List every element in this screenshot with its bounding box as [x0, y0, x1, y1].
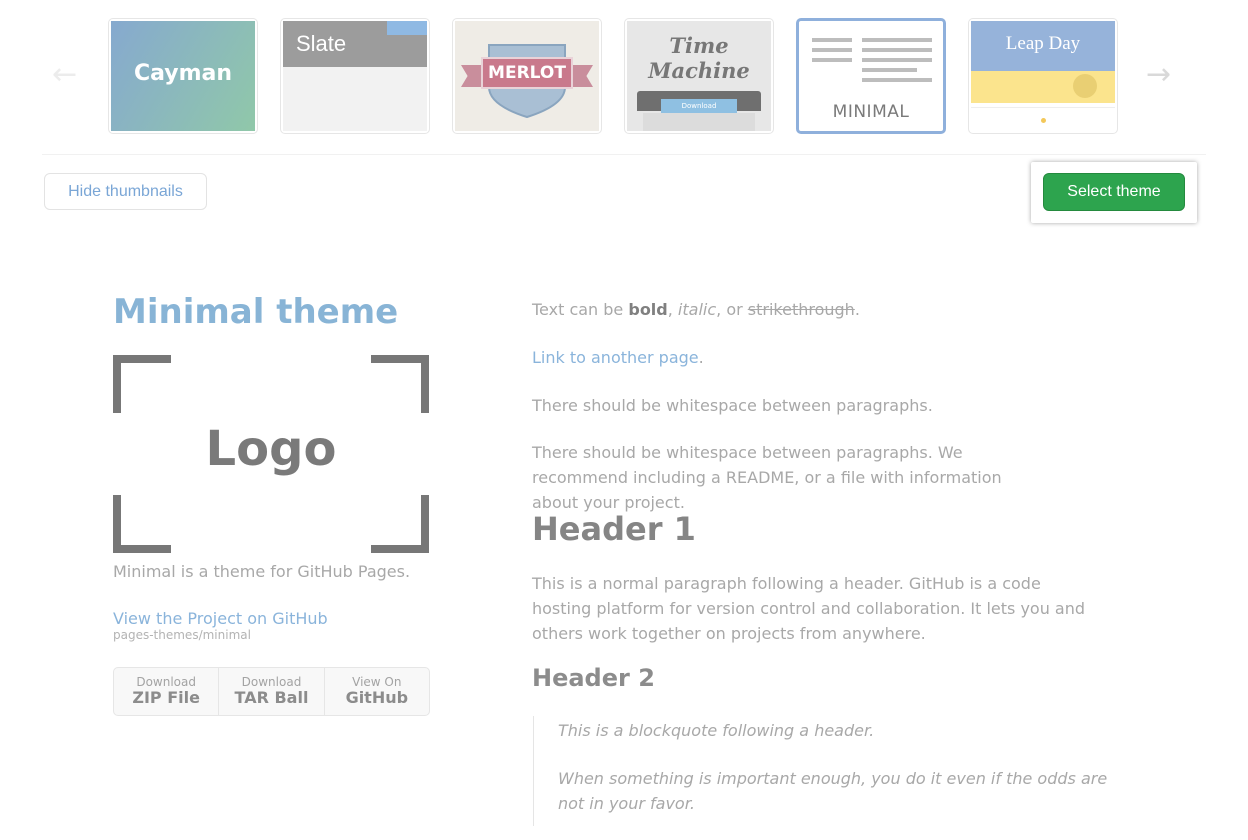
- carousel-prev-arrow-icon[interactable]: ←: [52, 60, 77, 90]
- text-segment: Text can be: [532, 300, 629, 319]
- theme-thumbnail-slate[interactable]: Slate: [280, 18, 430, 134]
- blockquote-line: When something is important enough, you …: [558, 769, 1108, 813]
- thumbnail-tab: [387, 21, 427, 35]
- download-tar-big-label: TAR Ball: [234, 688, 309, 707]
- repo-name: pages-themes/minimal: [113, 628, 251, 642]
- thumbnail-line: [812, 48, 852, 52]
- label-line-1: Time: [669, 33, 729, 58]
- hide-thumbnails-button[interactable]: Hide thumbnails: [44, 173, 207, 210]
- italic-text: italic: [677, 300, 717, 319]
- link-paragraph: Link to another page.: [532, 345, 1112, 370]
- thumbnail-line: [862, 68, 917, 72]
- theme-thumbnail-time-machine[interactable]: Time Machine Download: [624, 18, 774, 134]
- paragraph: There should be whitespace between parag…: [532, 443, 1002, 512]
- carousel-next-arrow-icon[interactable]: →: [1146, 60, 1171, 90]
- github-octocat-icon: [1073, 74, 1097, 98]
- thumbnail-line: [862, 38, 932, 42]
- divider: [42, 154, 1206, 155]
- theme-thumbnail-leap-day[interactable]: Leap Day: [968, 18, 1118, 134]
- preview-description: Minimal is a theme for GitHub Pages.: [113, 562, 411, 581]
- paragraph: This is a normal paragraph following a h…: [532, 574, 1086, 643]
- machine-base: [643, 113, 755, 131]
- logo-placeholder: Logo: [113, 355, 429, 553]
- blockquote: This is a blockquote following a header.…: [533, 716, 1107, 826]
- text-segment: .: [854, 300, 860, 319]
- thumbnail-rule: [971, 107, 1115, 108]
- preview-title: Minimal theme: [113, 292, 399, 332]
- text-segment: ,: [667, 300, 678, 319]
- theme-thumbnail-label: Slate: [296, 31, 347, 56]
- select-theme-button[interactable]: Select theme: [1043, 173, 1185, 211]
- text-segment: .: [698, 348, 704, 367]
- theme-thumbnail-label: Leap Day: [1005, 33, 1081, 54]
- another-page-link[interactable]: Link to another page: [532, 348, 699, 367]
- theme-thumbnail-label: Time Machine: [627, 33, 771, 83]
- view-project-link[interactable]: View the Project on GitHub: [113, 609, 328, 628]
- logo-text: Logo: [205, 421, 337, 477]
- label-line-2: Machine: [648, 58, 750, 83]
- logo-corner: [371, 355, 429, 413]
- bold-text: bold: [628, 300, 668, 319]
- formatting-paragraph: Text can be bold, italic, or strikethrou…: [532, 297, 1112, 322]
- header-2: Header 2: [532, 664, 655, 692]
- theme-thumbnail-label: MINIMAL: [832, 102, 910, 122]
- header-1: Header 1: [532, 510, 696, 548]
- view-on-big-label: GitHub: [345, 688, 409, 707]
- thumbnail-line: [862, 48, 932, 52]
- theme-thumbnail-label: Cayman: [133, 61, 233, 86]
- thumbnail-download-button: Download: [661, 99, 737, 113]
- logo-corner: [371, 495, 429, 553]
- logo-corner: [113, 355, 171, 413]
- thumbnail-line: [812, 38, 852, 42]
- download-zip-button[interactable]: Download ZIP File: [114, 668, 220, 715]
- select-theme-highlight: Select theme: [1031, 162, 1197, 223]
- theme-thumbnail-cayman[interactable]: Cayman: [108, 18, 258, 134]
- download-buttons: Download ZIP File Download TAR Ball View…: [113, 667, 430, 716]
- thumbnail-line: [862, 58, 932, 62]
- thumbnail-line: [812, 58, 852, 62]
- strikethrough-text: strikethrough: [747, 300, 855, 319]
- thumbnail-line: [862, 78, 932, 82]
- theme-thumbnail-minimal[interactable]: MINIMAL: [796, 18, 946, 134]
- theme-thumbnail-label: MERLOT: [481, 57, 573, 89]
- text-segment: , or: [716, 300, 748, 319]
- thumbnail-dot: [1041, 118, 1046, 123]
- logo-corner: [113, 495, 171, 553]
- view-on-github-button[interactable]: View On GitHub: [325, 668, 429, 715]
- blockquote-line: This is a blockquote following a header.: [558, 721, 875, 740]
- download-tar-button[interactable]: Download TAR Ball: [219, 668, 325, 715]
- theme-thumbnail-merlot[interactable]: MERLOT: [452, 18, 602, 134]
- download-zip-big-label: ZIP File: [132, 688, 200, 707]
- paragraph: There should be whitespace between parag…: [532, 396, 933, 415]
